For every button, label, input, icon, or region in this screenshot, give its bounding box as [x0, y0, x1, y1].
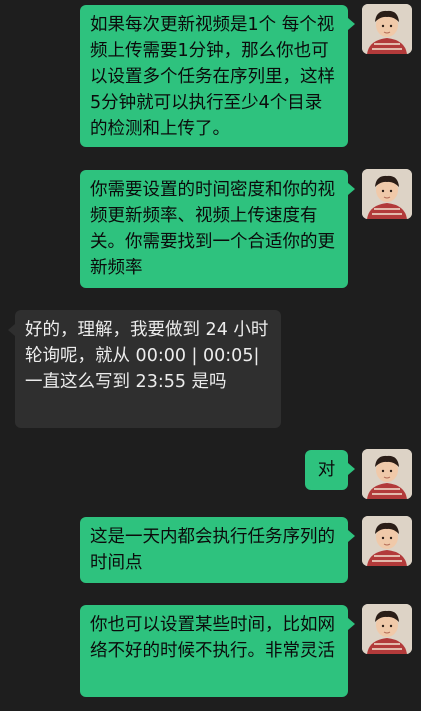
user-avatar[interactable] [362, 4, 412, 54]
child-avatar-icon [362, 449, 412, 499]
bubble-tail [348, 530, 355, 542]
message-bubble-outgoing[interactable]: 如果每次更新视频是1个 每个视频上传需要1分钟，那么你也可以设置多个任务在序列里… [80, 5, 348, 147]
message-bubble-outgoing[interactable]: 对 [305, 450, 348, 490]
child-avatar-icon [362, 4, 412, 54]
message-bubble-outgoing[interactable]: 这是一天内都会执行任务序列的时间点 [80, 517, 348, 583]
bubble-tail [348, 463, 355, 475]
child-avatar-icon [362, 516, 412, 566]
bubble-tail [348, 183, 355, 195]
user-avatar[interactable] [362, 449, 412, 499]
user-avatar[interactable] [362, 516, 412, 566]
user-avatar[interactable] [362, 604, 412, 654]
bubble-tail [348, 18, 355, 30]
bubble-tail [8, 324, 15, 336]
user-avatar[interactable] [362, 169, 412, 219]
message-bubble-outgoing[interactable]: 你需要设置的时间密度和你的视频更新频率、视频上传速度有关。你需要找到一个合适你的… [80, 170, 348, 288]
bubble-tail [348, 618, 355, 630]
message-bubble-incoming[interactable]: 好的，理解，我要做到 24 小时轮询呢，就从 00:00 | 00:05| 一直… [15, 310, 281, 428]
child-avatar-icon [362, 604, 412, 654]
message-bubble-outgoing[interactable]: 你也可以设置某些时间，比如网络不好的时候不执行。非常灵活 [80, 605, 348, 697]
child-avatar-icon [362, 169, 412, 219]
